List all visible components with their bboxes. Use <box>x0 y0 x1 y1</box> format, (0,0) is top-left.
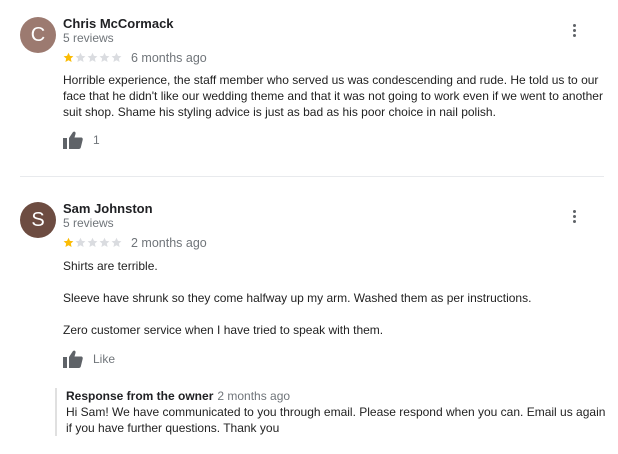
avatar[interactable]: C <box>20 17 56 53</box>
more-options-icon[interactable] <box>569 209 581 225</box>
reviewer-name[interactable]: Chris McCormack <box>63 16 174 31</box>
star-empty-icon <box>99 237 110 247</box>
review-age: 2 months ago <box>131 236 207 250</box>
review-count: 5 reviews <box>63 216 114 230</box>
thumbs-up-icon <box>63 131 83 149</box>
review-text: Shirts are terrible. Sleeve have shrunk … <box>63 258 603 354</box>
star-filled-icon <box>63 52 74 62</box>
star-empty-icon <box>99 52 110 62</box>
star-rating <box>63 52 122 66</box>
star-empty-icon <box>111 52 122 62</box>
like-label: Like <box>93 352 116 366</box>
response-title: Response from the owner <box>66 389 214 403</box>
thumbs-up-icon <box>63 350 83 368</box>
reviewer-name[interactable]: Sam Johnston <box>63 201 153 216</box>
avatar[interactable]: S <box>20 202 56 238</box>
review-paragraph: Sleeve have shrunk so they come halfway … <box>63 291 532 305</box>
like-count: 1 <box>93 133 100 147</box>
review-age: 6 months ago <box>131 51 207 65</box>
response-text: Hi Sam! We have communicated to you thro… <box>66 405 606 435</box>
review-text: Horrible experience, the staff member wh… <box>63 72 603 136</box>
star-empty-icon <box>75 237 86 247</box>
star-rating <box>63 237 122 251</box>
star-empty-icon <box>87 52 98 62</box>
review-paragraph: Horrible experience, the staff member wh… <box>63 73 603 119</box>
review-count: 5 reviews <box>63 31 114 45</box>
star-empty-icon <box>87 237 98 247</box>
review-paragraph: Zero customer service when I have tried … <box>63 323 384 337</box>
star-filled-icon <box>63 237 74 247</box>
divider <box>20 176 604 177</box>
star-empty-icon <box>111 237 122 247</box>
like-button[interactable]: Like <box>63 350 115 368</box>
review-paragraph: Shirts are terrible. <box>63 259 158 273</box>
owner-response: Response from the owner 2 months ago Hi S… <box>55 388 618 436</box>
response-age: 2 months ago <box>217 389 291 403</box>
more-options-icon[interactable] <box>569 23 581 39</box>
response-header: Response from the owner 2 months ago <box>66 388 618 404</box>
like-button[interactable]: 1 <box>63 131 100 149</box>
star-empty-icon <box>75 52 86 62</box>
